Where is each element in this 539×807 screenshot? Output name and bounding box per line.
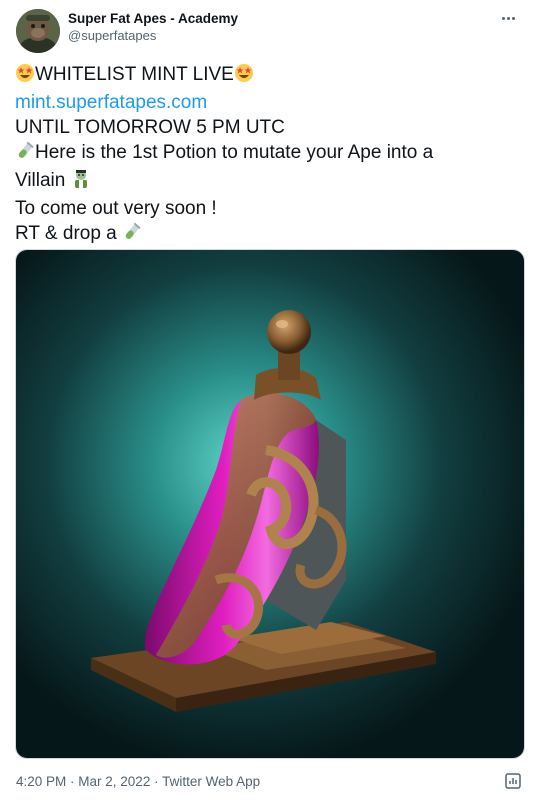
tweet-line-4: Here is the 1st Potion to mutate your Ap… [15,140,525,168]
author-handle[interactable]: @superfatapes [68,27,238,44]
meta-separator: · [66,774,79,789]
tweet-header: Super Fat Apes - Academy @superfatapes [16,7,527,53]
tweet-line-4-text: Here is the 1st Potion to mutate your Ap… [35,142,434,163]
tweet-meta: 4:20 PM · Mar 2, 2022 · Twitter Web App [16,773,260,791]
star-struck-emoji-icon [234,63,254,90]
meta-separator: · [150,774,163,789]
potion-illustration [16,250,524,758]
tweet-line-6: To come out very soon ! [15,198,217,219]
tweet-line-7-text: RT & drop a [15,223,117,244]
tweet-media-image[interactable] [15,249,525,759]
tweet-line-5: Villain [15,168,525,196]
star-struck-emoji-icon [15,63,35,90]
more-options-icon[interactable] [501,7,525,27]
test-tube-emoji-icon [15,141,35,168]
tweet-source: Twitter Web App [162,774,261,789]
tweet-text: WHITELIST MINT LIVE mint.superfatapes.co… [15,62,525,249]
tweet-line-1-text: WHITELIST MINT LIVE [35,64,234,85]
zombie-emoji-icon [71,169,91,196]
test-tube-emoji-icon [122,222,142,249]
tweet-date[interactable]: Mar 2, 2022 [78,774,150,789]
mint-link[interactable]: mint.superfatapes.com [15,92,207,113]
tweet-line-5-text: Villain [15,170,66,191]
author-display-name[interactable]: Super Fat Apes - Academy [68,10,238,27]
tweet-line-3: UNTIL TOMORROW 5 PM UTC [15,117,285,138]
tweet-time[interactable]: 4:20 PM [16,774,66,789]
tweet-analytics-icon[interactable] [503,771,523,791]
tweet-line-7: RT & drop a [15,221,525,249]
tweet-line-1: WHITELIST MINT LIVE [15,62,525,90]
tweet-line-2: mint.superfatapes.com [15,90,525,115]
avatar[interactable] [16,9,60,53]
